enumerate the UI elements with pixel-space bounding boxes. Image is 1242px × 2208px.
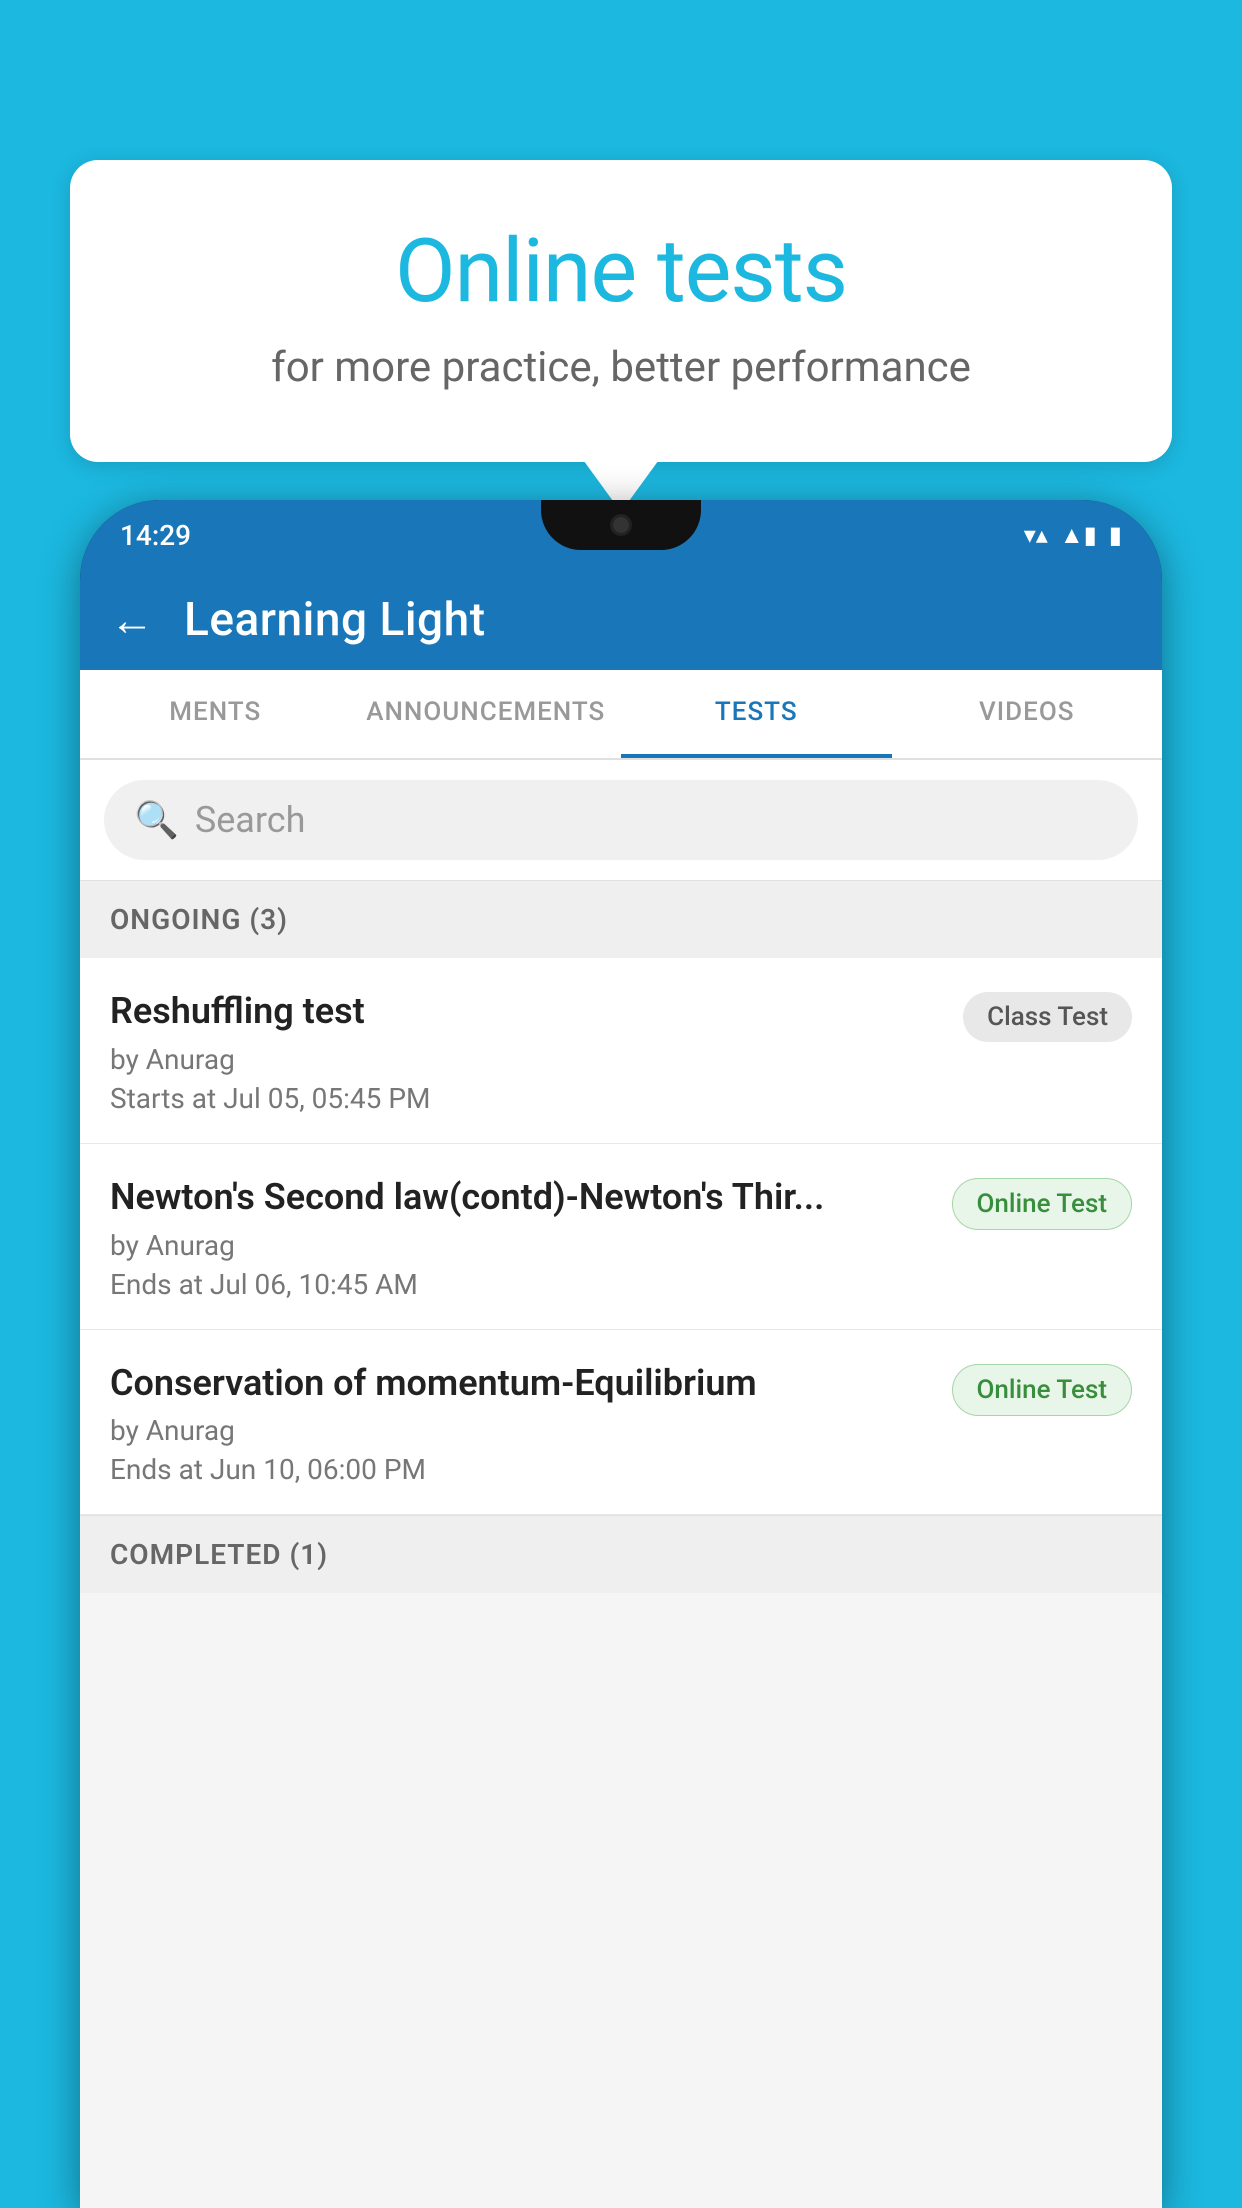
signal-icon: ▲▮ [1060,521,1097,550]
status-icons: ▾▴ ▲▮ ▮ [1024,521,1122,550]
completed-section-label: COMPLETED (1) [110,1538,328,1571]
speech-bubble-title: Online tests [120,220,1122,323]
test-item-name: Reshuffling test [110,988,943,1035]
test-badge-online: Online Test [952,1178,1133,1230]
test-item-time: Ends at Jul 06, 10:45 AM [110,1268,932,1301]
front-camera [610,514,632,536]
speech-bubble-card: Online tests for more practice, better p… [70,160,1172,462]
tab-announcements[interactable]: ANNOUNCEMENTS [351,670,622,758]
status-bar: 14:29 ▾▴ ▲▮ ▮ [80,500,1162,570]
test-badge-online: Online Test [952,1364,1133,1416]
tab-ments[interactable]: MENTS [80,670,351,758]
test-item-author: by Anurag [110,1229,932,1262]
test-item[interactable]: Conservation of momentum-Equilibrium by … [80,1330,1162,1516]
back-button[interactable]: ← [110,594,154,646]
test-item-time: Ends at Jun 10, 06:00 PM [110,1453,932,1486]
test-item-author: by Anurag [110,1414,932,1447]
app-title: Learning Light [184,593,486,647]
search-placeholder: Search [195,799,306,841]
status-time: 14:29 [120,519,191,552]
tab-videos[interactable]: VIDEOS [892,670,1163,758]
tabs-bar: MENTS ANNOUNCEMENTS TESTS VIDEOS [80,670,1162,760]
search-bar[interactable]: 🔍 Search [104,780,1138,860]
battery-icon: ▮ [1109,521,1122,549]
speech-bubble-subtitle: for more practice, better performance [120,343,1122,392]
test-item-info: Reshuffling test by Anurag Starts at Jul… [110,988,963,1115]
ongoing-section-header: ONGOING (3) [80,881,1162,958]
completed-section-header: COMPLETED (1) [80,1515,1162,1593]
ongoing-section-label: ONGOING (3) [110,903,288,936]
test-badge-class: Class Test [963,992,1132,1042]
test-item-info: Conservation of momentum-Equilibrium by … [110,1360,952,1487]
search-container: 🔍 Search [80,760,1162,881]
tab-tests[interactable]: TESTS [621,670,892,758]
search-icon: 🔍 [134,799,179,841]
wifi-icon: ▾▴ [1024,521,1048,549]
phone-frame: 14:29 ▾▴ ▲▮ ▮ ← Learning Light MENTS ANN… [80,500,1162,2208]
test-item[interactable]: Reshuffling test by Anurag Starts at Jul… [80,958,1162,1144]
test-item-time: Starts at Jul 05, 05:45 PM [110,1082,943,1115]
test-item[interactable]: Newton's Second law(contd)-Newton's Thir… [80,1144,1162,1330]
test-item-name: Newton's Second law(contd)-Newton's Thir… [110,1174,932,1221]
app-toolbar: ← Learning Light [80,570,1162,670]
phone-notch [541,500,701,550]
test-item-name: Conservation of momentum-Equilibrium [110,1360,932,1407]
test-item-author: by Anurag [110,1043,943,1076]
test-item-info: Newton's Second law(contd)-Newton's Thir… [110,1174,952,1301]
phone-content: 🔍 Search ONGOING (3) Reshuffling test by… [80,760,1162,2208]
